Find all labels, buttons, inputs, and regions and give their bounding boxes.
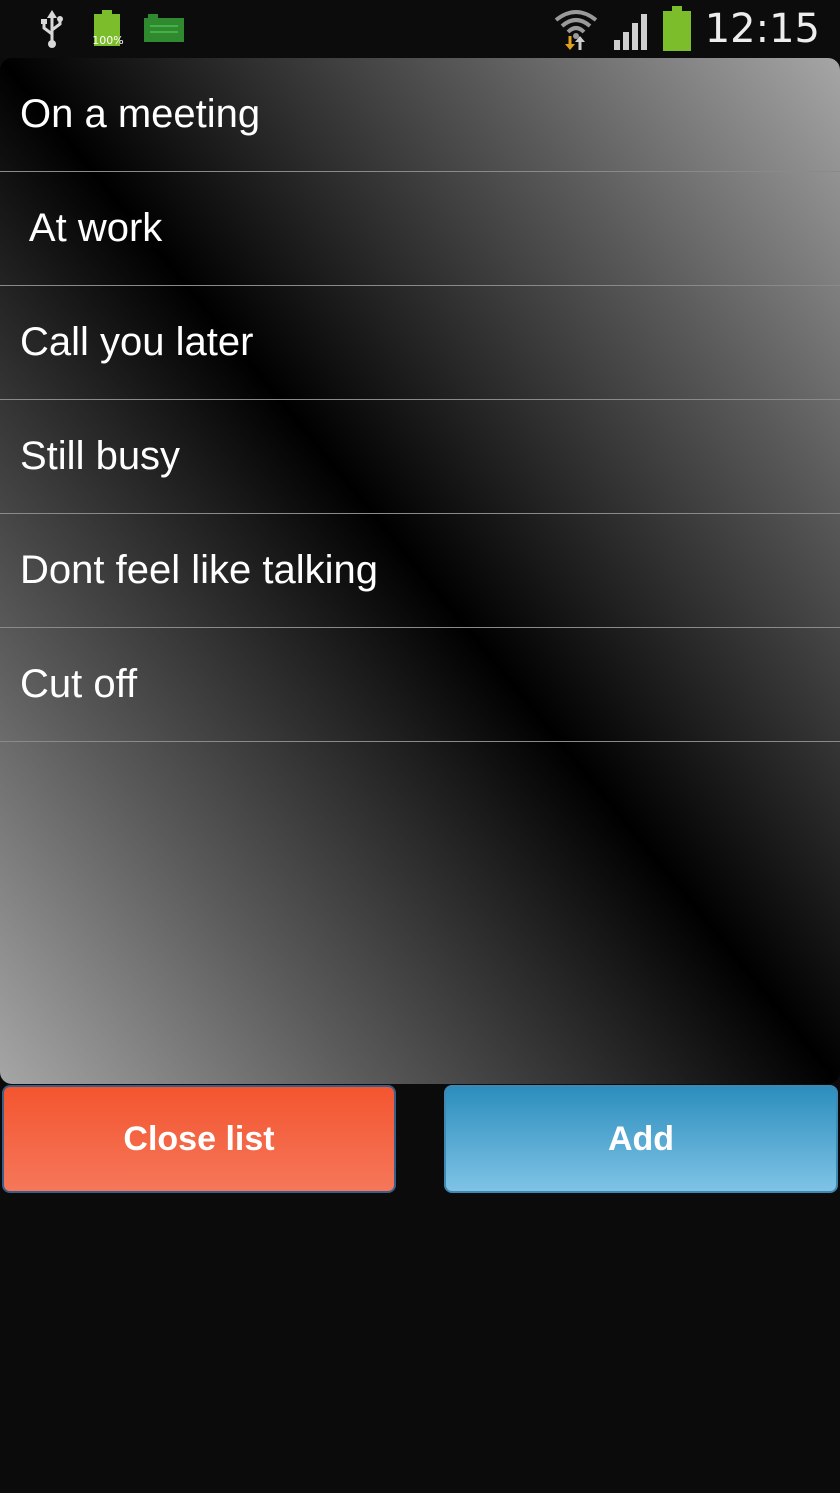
list-item[interactable]: Call you later (0, 286, 840, 400)
close-list-button[interactable]: Close list (2, 1085, 396, 1193)
quick-reply-list: On a meeting At work Call you later Stil… (0, 58, 840, 1084)
list-item-label: On a meeting (20, 92, 261, 136)
cell-signal-icon (614, 14, 647, 50)
list-item-label: Still busy (20, 434, 181, 478)
list-item-label: Dont feel like talking (20, 548, 378, 592)
list-item-label: At work (20, 206, 163, 250)
status-bar: 100% 12:15 (0, 0, 840, 58)
list-item-label: Call you later (20, 320, 254, 364)
close-list-button-label: Close list (123, 1119, 275, 1158)
add-button[interactable]: Add (444, 1085, 838, 1193)
battery-icon (663, 6, 691, 51)
wifi-transfer-icon (554, 10, 598, 50)
battery-percent-label: 100% (92, 34, 124, 47)
list-item[interactable]: Dont feel like talking (0, 514, 840, 628)
list-item-label: Cut off (20, 662, 138, 706)
list-item[interactable]: Still busy (0, 400, 840, 514)
usb-icon (41, 10, 63, 48)
list-item[interactable]: Cut off (0, 628, 840, 742)
add-button-label: Add (607, 1119, 675, 1158)
status-clock: 12:15 (704, 6, 820, 52)
list-item[interactable]: At work (0, 172, 840, 286)
sd-card-icon (144, 14, 184, 42)
list-item[interactable]: On a meeting (0, 58, 840, 172)
